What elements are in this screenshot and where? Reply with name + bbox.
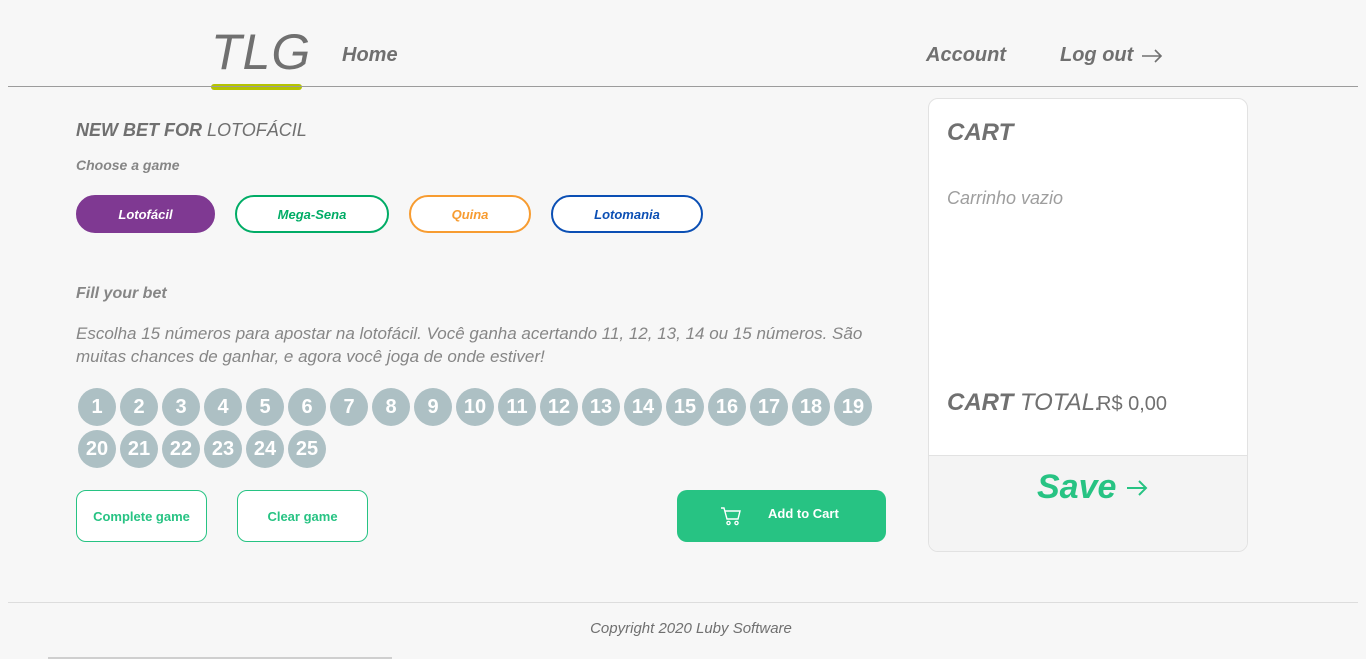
header-divider xyxy=(8,86,1358,87)
cart-total-label: CART TOTAL: xyxy=(947,389,1102,417)
number-ball[interactable]: 20 xyxy=(78,430,116,468)
nav-logout-link[interactable]: Log out xyxy=(1060,44,1163,67)
complete-game-button[interactable]: Complete game xyxy=(76,490,207,542)
number-ball[interactable]: 19 xyxy=(834,388,872,426)
arrow-right-icon xyxy=(1127,479,1148,496)
logout-label: Log out xyxy=(1060,44,1134,66)
number-ball[interactable]: 23 xyxy=(204,430,242,468)
number-ball[interactable]: 17 xyxy=(750,388,788,426)
title-prefix: NEW BET FOR xyxy=(76,120,202,140)
number-ball[interactable]: 10 xyxy=(456,388,494,426)
number-ball[interactable]: 2 xyxy=(120,388,158,426)
page-title: NEW BET FOR LOTOFÁCIL xyxy=(76,120,307,141)
number-ball[interactable]: 13 xyxy=(582,388,620,426)
number-ball[interactable]: 4 xyxy=(204,388,242,426)
number-ball[interactable]: 7 xyxy=(330,388,368,426)
number-ball[interactable]: 12 xyxy=(540,388,578,426)
save-label: Save xyxy=(1037,468,1117,506)
logo[interactable]: TLG xyxy=(211,22,310,82)
number-ball[interactable]: 22 xyxy=(162,430,200,468)
choose-game-label: Choose a game xyxy=(76,157,180,173)
number-ball[interactable]: 16 xyxy=(708,388,746,426)
game-description: Escolha 15 números para apostar na lotof… xyxy=(76,324,863,366)
cart-total-prefix: CART xyxy=(947,389,1014,416)
number-ball[interactable]: 11 xyxy=(498,388,536,426)
number-ball[interactable]: 24 xyxy=(246,430,284,468)
number-ball[interactable]: 8 xyxy=(372,388,410,426)
header: TLG Home Account Log out xyxy=(0,0,1366,90)
add-to-cart-button[interactable]: Add to Cart xyxy=(677,490,886,542)
number-ball[interactable]: 5 xyxy=(246,388,284,426)
game-button-mega-sena[interactable]: Mega-Sena xyxy=(235,195,389,233)
save-button[interactable]: Save xyxy=(1037,468,1148,507)
game-button-lotomania[interactable]: Lotomania xyxy=(551,195,703,233)
number-ball[interactable]: 6 xyxy=(288,388,326,426)
cart-total-word: TOTAL: xyxy=(1019,389,1102,416)
number-ball[interactable]: 1 xyxy=(78,388,116,426)
cart-footer: Save xyxy=(929,455,1247,551)
cart-total-value: R$ 0,00 xyxy=(1097,393,1168,415)
footer-divider xyxy=(8,602,1358,603)
number-ball[interactable]: 25 xyxy=(288,430,326,468)
number-ball[interactable]: 21 xyxy=(120,430,158,468)
number-ball[interactable]: 14 xyxy=(624,388,662,426)
fill-bet-label: Fill your bet xyxy=(76,285,167,302)
cart-icon xyxy=(721,507,741,526)
nav-home-link[interactable]: Home xyxy=(342,44,398,67)
number-ball[interactable]: 9 xyxy=(414,388,452,426)
cart-panel: CART Carrinho vazio CART TOTAL: R$ 0,00 … xyxy=(928,98,1248,552)
logo-underline xyxy=(211,84,302,90)
number-ball[interactable]: 3 xyxy=(162,388,200,426)
number-ball[interactable]: 15 xyxy=(666,388,704,426)
clear-game-button[interactable]: Clear game xyxy=(237,490,368,542)
game-button-quina[interactable]: Quina xyxy=(409,195,531,233)
number-ball[interactable]: 18 xyxy=(792,388,830,426)
copyright-text: Copyright 2020 Luby Software xyxy=(590,620,792,637)
cart-title: CART xyxy=(947,119,1014,146)
game-button-lotofacil[interactable]: Lotofácil xyxy=(76,195,215,233)
cart-empty-text: Carrinho vazio xyxy=(947,188,1064,208)
arrow-right-icon xyxy=(1142,48,1163,63)
number-grid: 1 2 3 4 5 6 7 8 9 10 11 12 13 14 15 16 17 18 19 20 21 22 23 24 2… xyxy=(78,388,878,468)
nav-account-link[interactable]: Account xyxy=(926,44,1006,67)
add-to-cart-label: Add to Cart xyxy=(768,506,839,521)
title-game: LOTOFÁCIL xyxy=(207,120,307,140)
